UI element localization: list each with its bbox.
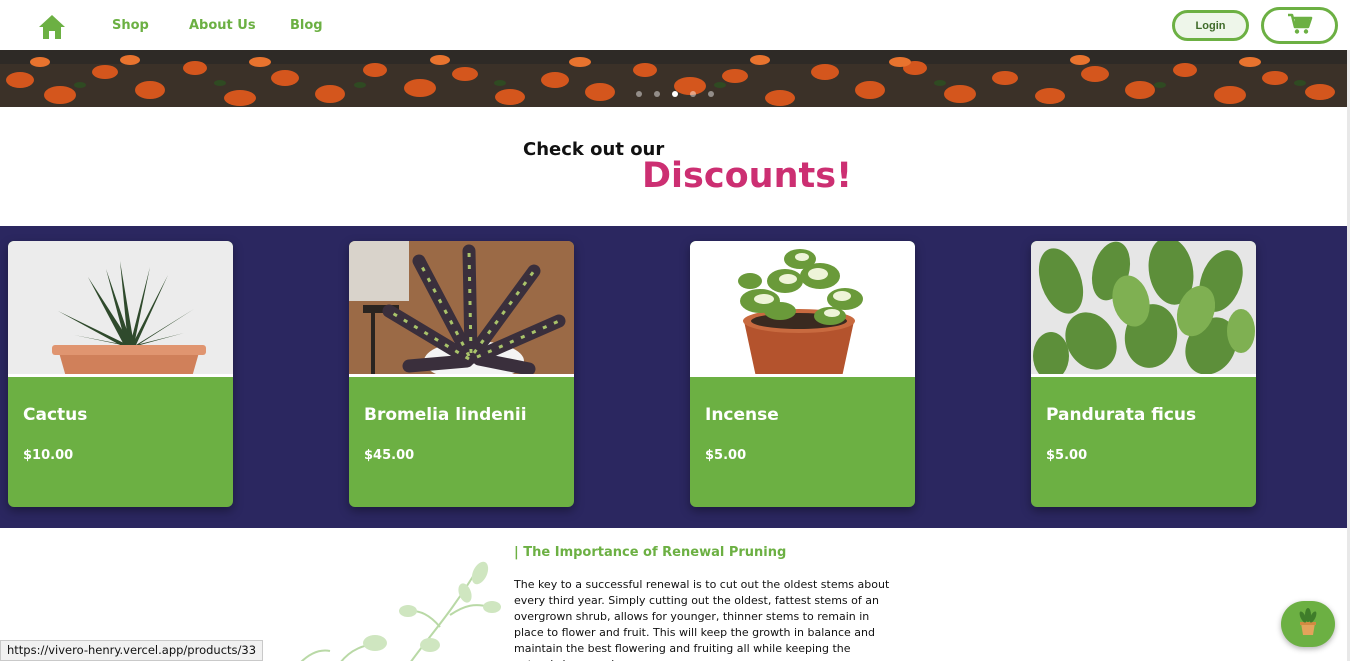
hero-banner-image — [0, 50, 1350, 107]
carousel-dot[interactable] — [636, 91, 642, 97]
cart-icon — [1287, 13, 1313, 39]
carousel-dot[interactable] — [690, 91, 696, 97]
floating-plant-button[interactable] — [1281, 601, 1335, 647]
product-price: $5.00 — [1046, 448, 1088, 463]
product-price: $5.00 — [705, 448, 747, 463]
nav-link-about-us[interactable]: About Us — [189, 18, 256, 33]
nav-link-blog[interactable]: Blog — [290, 18, 323, 33]
product-image-incense — [690, 241, 915, 377]
potted-plant-icon — [1295, 608, 1321, 640]
login-button[interactable]: Login — [1172, 10, 1249, 41]
home-icon[interactable] — [38, 14, 66, 40]
cart-button[interactable] — [1261, 7, 1338, 44]
product-card-incense[interactable]: Incense $5.00 — [690, 241, 915, 507]
product-name: Bromelia lindenii — [364, 405, 527, 425]
nav-link-shop[interactable]: Shop — [112, 18, 149, 33]
product-name: Pandurata ficus — [1046, 405, 1197, 425]
product-name: Incense — [705, 405, 779, 425]
product-name: Cactus — [23, 405, 88, 425]
product-card-pandurata-ficus[interactable]: Pandurata ficus $5.00 — [1031, 241, 1256, 507]
top-navbar: Shop About Us Blog Login — [0, 0, 1350, 50]
product-price: $10.00 — [23, 448, 74, 463]
plant-sketch-illustration — [280, 555, 520, 661]
carousel-dot-active[interactable] — [672, 91, 678, 97]
product-image-bromelia — [349, 241, 574, 377]
article-body: The key to a successful renewal is to cu… — [514, 578, 890, 661]
carousel-dot[interactable] — [708, 91, 714, 97]
product-card-bromelia[interactable]: Bromelia lindenii $45.00 — [349, 241, 574, 507]
discounts-title: Discounts! — [642, 156, 853, 196]
carousel-dot[interactable] — [654, 91, 660, 97]
product-image-cactus — [8, 241, 233, 377]
product-price: $45.00 — [364, 448, 415, 463]
article-title[interactable]: | The Importance of Renewal Pruning — [514, 545, 786, 560]
product-card-cactus[interactable]: Cactus $10.00 — [8, 241, 233, 507]
status-bar-url: https://vivero-henry.vercel.app/products… — [0, 640, 264, 661]
product-image-pandurata-ficus — [1031, 241, 1256, 377]
carousel-dots — [636, 91, 714, 97]
